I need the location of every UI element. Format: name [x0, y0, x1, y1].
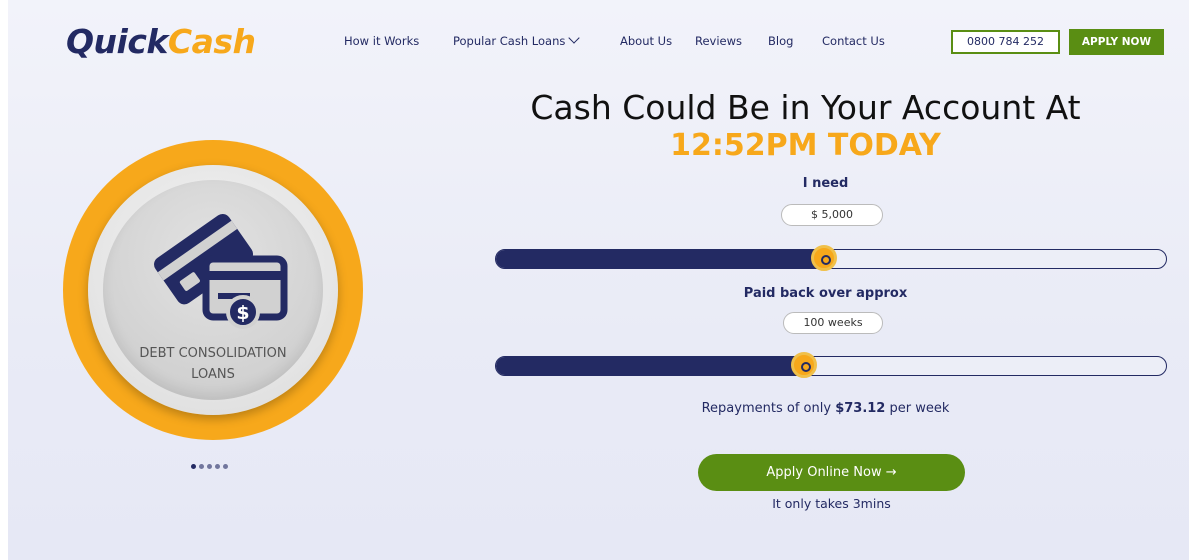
- carousel-dot[interactable]: [223, 464, 228, 469]
- nav-popular-cash-loans-label: Popular Cash Loans: [453, 34, 566, 48]
- amount-slider-handle[interactable]: [811, 245, 837, 271]
- repay-prefix: Repayments of only: [701, 401, 832, 416]
- headline: Cash Could Be in Your Account At: [530, 88, 1081, 127]
- apply-online-button[interactable]: Apply Online Now →: [698, 454, 965, 491]
- nav-blog[interactable]: Blog: [768, 34, 793, 48]
- quickcash-logo[interactable]: QuickCash: [66, 22, 256, 61]
- carousel-dot[interactable]: [199, 464, 204, 469]
- carousel-label-line2: LOANS: [191, 367, 235, 382]
- amount-slider-fill: [496, 250, 824, 268]
- credit-cards-dollar-icon: $: [154, 213, 288, 329]
- page: QuickCash How it Works Popular Cash Loan…: [8, 0, 1189, 560]
- carousel-label: DEBT CONSOLIDATION LOANS: [103, 343, 323, 385]
- carousel-dot[interactable]: [191, 464, 196, 469]
- nav-reviews[interactable]: Reviews: [695, 34, 742, 48]
- carousel-dot[interactable]: [207, 464, 212, 469]
- apply-note: It only takes 3mins: [772, 496, 891, 511]
- term-slider[interactable]: [495, 352, 1167, 378]
- phone-button[interactable]: 0800 784 252: [951, 30, 1060, 54]
- carousel-label-line1: DEBT CONSOLIDATION: [139, 346, 287, 361]
- repay-amount: $73.12: [835, 401, 886, 416]
- nav-popular-cash-loans[interactable]: Popular Cash Loans: [453, 32, 581, 48]
- repayment-text: Repayments of only $73.12 per week: [488, 401, 1163, 416]
- carousel-dot[interactable]: [215, 464, 220, 469]
- term-label: Paid back over approx: [743, 286, 908, 301]
- nav-contact-us[interactable]: Contact Us: [822, 34, 885, 48]
- apply-now-button[interactable]: APPLY NOW: [1069, 29, 1164, 55]
- logo-quick: Quick: [66, 22, 168, 61]
- amount-label: I need: [802, 176, 849, 191]
- svg-text:$: $: [236, 302, 249, 324]
- term-value: 100 weeks: [783, 312, 883, 334]
- nav-about-us[interactable]: About Us: [620, 34, 672, 48]
- repay-suffix: per week: [889, 401, 950, 416]
- carousel-dots: [191, 464, 228, 469]
- term-slider-handle[interactable]: [791, 352, 817, 378]
- chevron-down-icon: [568, 32, 581, 44]
- nav-how-it-works[interactable]: How it Works: [344, 34, 419, 48]
- funding-time: 12:52PM TODAY: [670, 128, 941, 163]
- term-slider-fill: [496, 357, 804, 375]
- amount-slider[interactable]: [495, 245, 1167, 271]
- amount-value: $ 5,000: [781, 204, 883, 226]
- logo-cash: Cash: [167, 22, 256, 61]
